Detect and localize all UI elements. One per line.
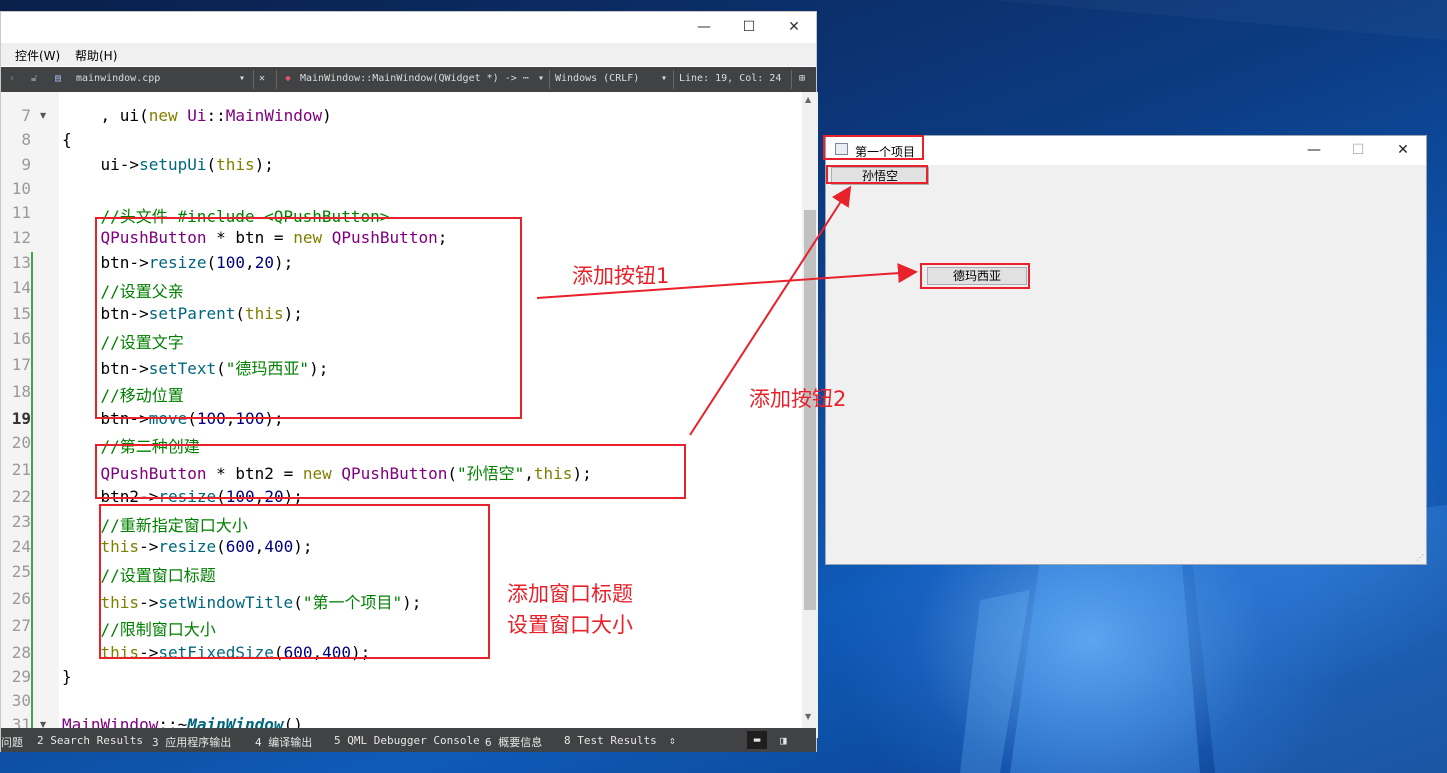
annotation-add-button1: 添加按钮1 bbox=[572, 264, 670, 288]
annotation-window-title: 添加窗口标题 bbox=[507, 582, 633, 606]
annotation-arrows bbox=[536, 185, 918, 436]
annotation-window-size: 设置窗口大小 bbox=[507, 613, 633, 637]
annotation-add-button2: 添加按钮2 bbox=[749, 387, 847, 411]
